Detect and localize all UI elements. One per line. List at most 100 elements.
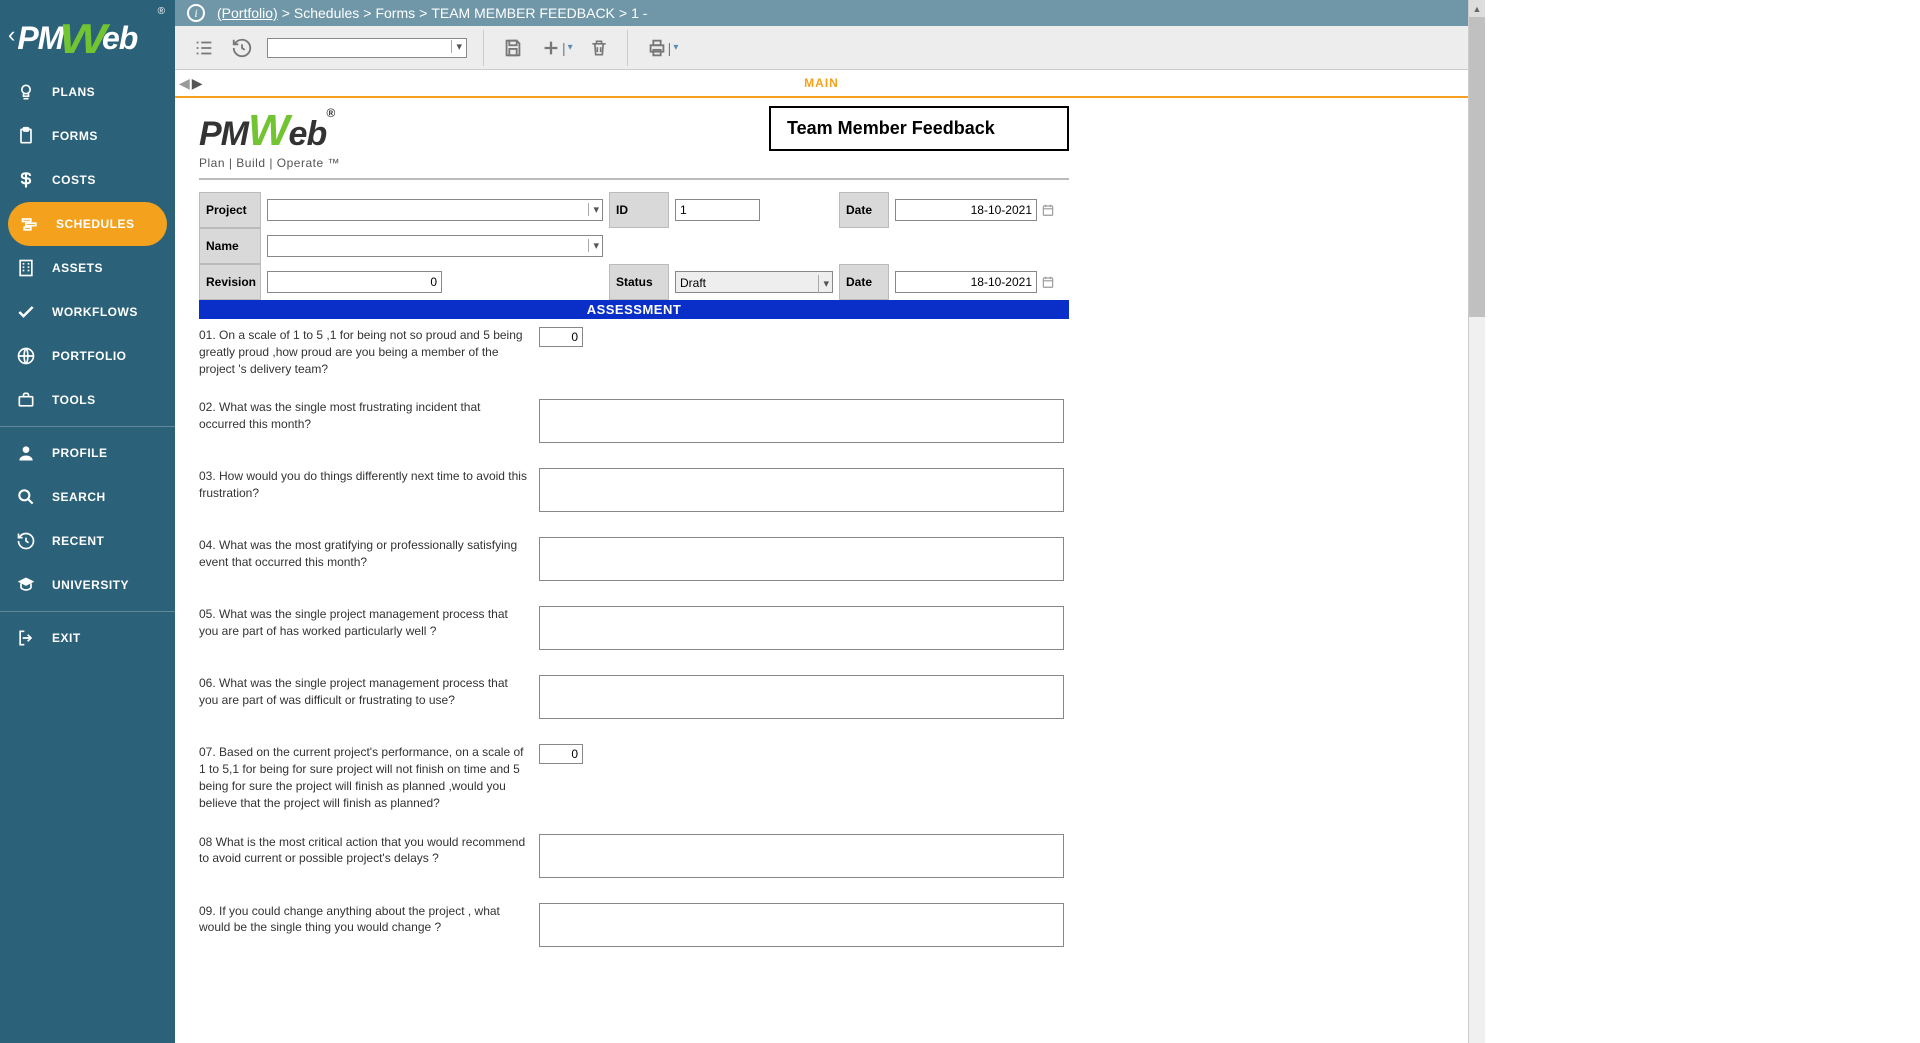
question-row: 05. What was the single project manageme…: [199, 606, 1069, 653]
nav-label: SCHEDULES: [56, 217, 135, 231]
question-text-input[interactable]: [539, 537, 1064, 581]
question-text-input[interactable]: [539, 903, 1064, 947]
question-row: 01. On a scale of 1 to 5 ,1 for being no…: [199, 327, 1069, 377]
sidebar: ‹ PMWeb ® PLANS FORMS: [0, 0, 175, 1043]
label-date2: Date: [839, 264, 889, 300]
toolbar-divider: [483, 30, 484, 66]
form-logo: PMWeb® Plan | Build | Operate ™: [199, 106, 340, 170]
project-select[interactable]: [267, 199, 603, 221]
sidebar-item-profile[interactable]: PROFILE: [0, 431, 175, 475]
sidebar-item-schedules[interactable]: SCHEDULES: [8, 202, 167, 246]
question-text: 02. What was the single most frustrating…: [199, 399, 539, 433]
question-row: 08 What is the most critical action that…: [199, 834, 1069, 881]
question-row: 07. Based on the current project's perfo…: [199, 744, 1069, 811]
schedules-icon: [18, 212, 42, 236]
toolbar-divider: [627, 30, 628, 66]
scroll-thumb[interactable]: [1469, 17, 1485, 317]
nav-label: TOOLS: [52, 393, 96, 407]
registered-mark: ®: [158, 6, 165, 17]
save-icon[interactable]: [496, 33, 530, 63]
sidebar-item-tools[interactable]: TOOLS: [0, 378, 175, 422]
nav-label: PORTFOLIO: [52, 349, 127, 363]
list-icon[interactable]: [187, 33, 221, 63]
calendar-icon[interactable]: [1041, 203, 1055, 217]
scroll-up-icon[interactable]: ▲: [1469, 0, 1485, 17]
add-icon[interactable]: |▾: [534, 33, 579, 63]
nav-label: EXIT: [52, 631, 81, 645]
building-icon: [14, 256, 38, 280]
toolbar-dropdown[interactable]: [267, 38, 467, 58]
question-row: 03. How would you do things differently …: [199, 468, 1069, 515]
nav-divider: [0, 426, 175, 427]
question-text: 07. Based on the current project's perfo…: [199, 744, 539, 811]
sidebar-item-recent[interactable]: RECENT: [0, 519, 175, 563]
tab-next-icon[interactable]: ▶: [192, 75, 203, 92]
app-logo[interactable]: ‹ PMWeb ®: [0, 0, 175, 70]
nav-label: ASSETS: [52, 261, 103, 275]
globe-icon: [14, 344, 38, 368]
label-date: Date: [839, 192, 889, 228]
page-scrollbar[interactable]: ▲: [1468, 0, 1485, 1043]
print-icon[interactable]: |▾: [640, 33, 685, 63]
exit-icon: [14, 626, 38, 650]
date2-input[interactable]: [895, 271, 1037, 293]
tab-main[interactable]: MAIN: [804, 76, 839, 90]
label-name: Name: [199, 228, 261, 264]
sidebar-item-search[interactable]: SEARCH: [0, 475, 175, 519]
breadcrumb-part[interactable]: Schedules: [294, 5, 359, 21]
nav-label: SEARCH: [52, 490, 106, 504]
sidebar-item-plans[interactable]: PLANS: [0, 70, 175, 114]
nav-label: PROFILE: [52, 446, 108, 460]
question-text-input[interactable]: [539, 468, 1064, 512]
question-text: 09. If you could change anything about t…: [199, 903, 539, 937]
chevron-left-icon: ‹: [8, 22, 15, 48]
nav-label: RECENT: [52, 534, 104, 548]
revision-input[interactable]: [267, 271, 442, 293]
sidebar-item-workflows[interactable]: WORKFLOWS: [0, 290, 175, 334]
nav-primary: PLANS FORMS COSTS SCHEDULES: [0, 70, 175, 1043]
question-text: 08 What is the most critical action that…: [199, 834, 539, 868]
name-select[interactable]: [267, 235, 603, 257]
breadcrumb-part[interactable]: TEAM MEMBER FEEDBACK: [431, 5, 615, 21]
sidebar-item-exit[interactable]: EXIT: [0, 616, 175, 660]
question-text-input[interactable]: [539, 675, 1064, 719]
question-row: 09. If you could change anything about t…: [199, 903, 1069, 950]
info-icon[interactable]: i: [187, 4, 205, 22]
toolbar: |▾ |▾: [175, 26, 1468, 70]
sidebar-item-forms[interactable]: FORMS: [0, 114, 175, 158]
briefcase-icon: [14, 388, 38, 412]
sidebar-item-costs[interactable]: COSTS: [0, 158, 175, 202]
label-project: Project: [199, 192, 261, 228]
nav-label: WORKFLOWS: [52, 305, 138, 319]
form-content: PMWeb® Plan | Build | Operate ™ Team Mem…: [175, 98, 1468, 1043]
label-revision: Revision: [199, 264, 261, 300]
id-input[interactable]: [675, 199, 760, 221]
history-icon[interactable]: [225, 33, 259, 63]
breadcrumb-part[interactable]: Forms: [375, 5, 415, 21]
check-icon: [14, 300, 38, 324]
nav-label: COSTS: [52, 173, 96, 187]
label-id: ID: [609, 192, 669, 228]
sidebar-item-assets[interactable]: ASSETS: [0, 246, 175, 290]
tab-prev-icon[interactable]: ◀: [179, 75, 190, 92]
question-number-input[interactable]: [539, 744, 583, 764]
question-number-input[interactable]: [539, 327, 583, 347]
question-text-input[interactable]: [539, 834, 1064, 878]
question-row: 02. What was the single most frustrating…: [199, 399, 1069, 446]
question-text: 06. What was the single project manageme…: [199, 675, 539, 709]
sidebar-item-university[interactable]: UNIVERSITY: [0, 563, 175, 607]
question-text-input[interactable]: [539, 399, 1064, 443]
question-text-input[interactable]: [539, 606, 1064, 650]
tab-strip: ◀ ▶ MAIN: [175, 70, 1468, 98]
search-icon: [14, 485, 38, 509]
date1-input[interactable]: [895, 199, 1037, 221]
nav-divider: [0, 611, 175, 612]
history-icon: [14, 529, 38, 553]
breadcrumb-portfolio[interactable]: (Portfolio): [217, 5, 278, 21]
nav-label: FORMS: [52, 129, 98, 143]
delete-icon[interactable]: [583, 34, 615, 62]
question-row: 06. What was the single project manageme…: [199, 675, 1069, 722]
sidebar-item-portfolio[interactable]: PORTFOLIO: [0, 334, 175, 378]
calendar-icon[interactable]: [1041, 275, 1055, 289]
status-select[interactable]: Draft: [675, 271, 833, 293]
